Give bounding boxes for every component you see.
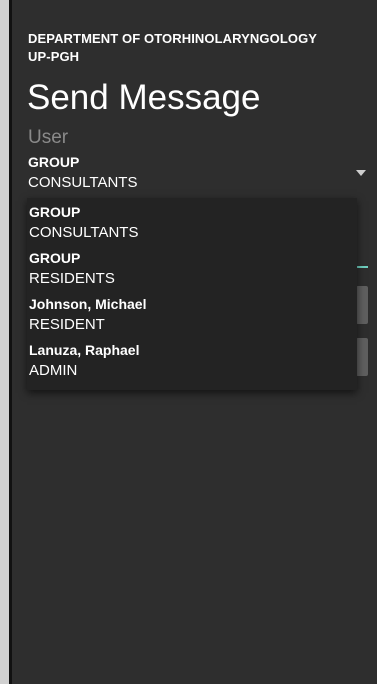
recipient-dropdown-menu: GROUP CONSULTANTS GROUP RESIDENTS Johnso… (27, 198, 357, 390)
dropdown-item-lanuza-raphael[interactable]: Lanuza, Raphael ADMIN (27, 340, 357, 386)
recipient-label: User (28, 127, 69, 148)
recipient-spinner[interactable]: GROUP CONSULTANTS (28, 152, 348, 196)
selected-recipient-title: GROUP (28, 154, 80, 170)
dropdown-item-subtitle: CONSULTANTS (29, 224, 139, 241)
background-button-1[interactable] (356, 286, 368, 324)
department-header: DEPARTMENT OF OTORHINOLARYNGOLOGY UP-PGH (28, 30, 368, 66)
department-name: DEPARTMENT OF OTORHINOLARYNGOLOGY (28, 31, 318, 46)
dropdown-item-title: GROUP (29, 204, 81, 220)
institution-name: UP-PGH (28, 49, 80, 64)
triangle-down-icon[interactable] (356, 170, 366, 176)
dropdown-item-group-residents[interactable]: GROUP RESIDENTS (27, 248, 357, 294)
selected-recipient-subtitle: CONSULTANTS (28, 174, 138, 191)
dropdown-item-title: Lanuza, Raphael (29, 342, 140, 358)
dropdown-item-subtitle: ADMIN (29, 362, 78, 379)
message-field-underline (356, 266, 368, 268)
dropdown-item-subtitle: RESIDENTS (29, 270, 115, 287)
dropdown-item-title: Johnson, Michael (29, 296, 147, 312)
background-button-2[interactable] (356, 338, 368, 376)
dropdown-item-title: GROUP (29, 250, 81, 266)
app-screen: DEPARTMENT OF OTORHINOLARYNGOLOGY UP-PGH… (9, 0, 377, 684)
dropdown-item-subtitle: RESIDENT (29, 316, 105, 333)
dropdown-item-johnson-michael[interactable]: Johnson, Michael RESIDENT (27, 294, 357, 340)
page-title: Send Message (27, 78, 261, 117)
dropdown-item-group-consultants[interactable]: GROUP CONSULTANTS (27, 202, 357, 248)
